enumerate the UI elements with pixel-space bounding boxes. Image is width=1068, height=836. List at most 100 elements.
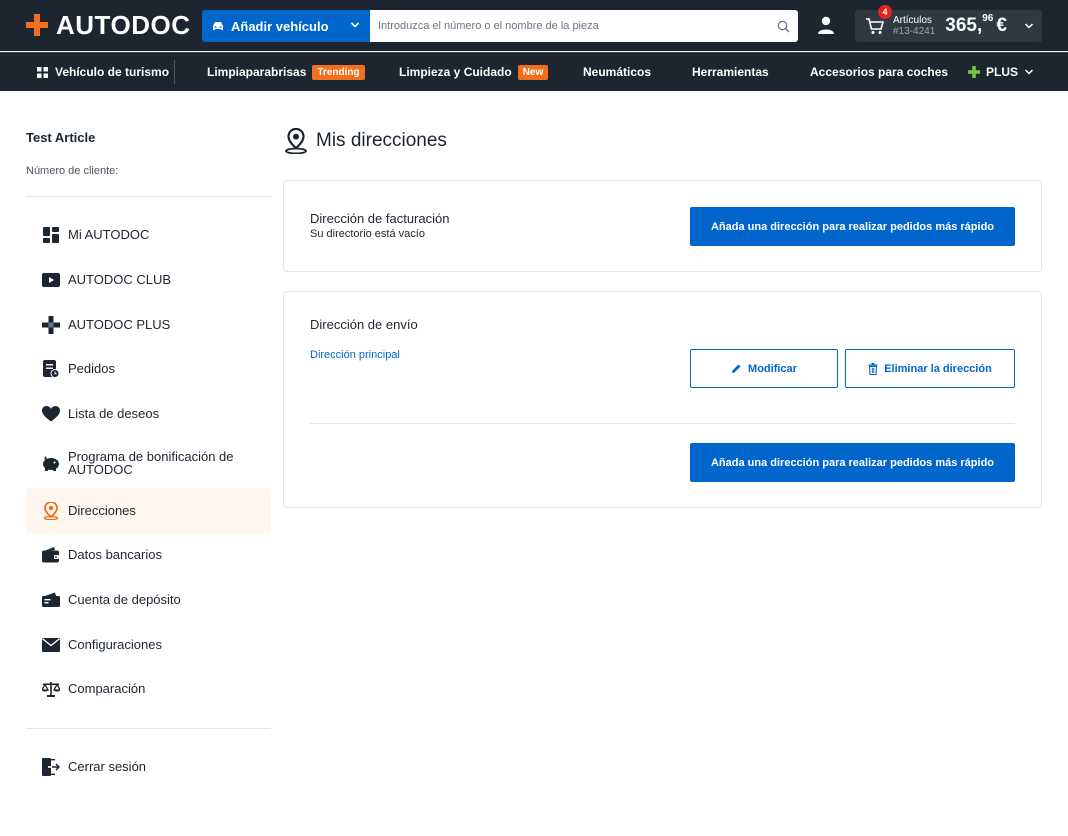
cart-total-cents: 96 [982,13,994,24]
billing-address-title: Dirección de facturación [310,211,450,226]
deposit-icon [42,591,60,609]
plus-icon [968,66,980,78]
sidebar-divider [26,196,271,197]
user-icon[interactable] [816,15,836,35]
sidebar-item-label: Comparación [68,681,146,696]
search-icon[interactable] [777,20,790,33]
sidebar-item-pedidos[interactable]: Pedidos [26,346,271,391]
delete-address-button[interactable]: Eliminar la dirección [845,349,1015,388]
sidebar-item-deposit-account[interactable]: Cuenta de depósito [26,577,271,622]
location-pin-icon [42,501,60,520]
sidebar-item-comparison[interactable]: Comparación [26,666,271,711]
nav-item-tyres[interactable]: Neumáticos [583,53,651,91]
primary-address-link[interactable]: Dirección principal [310,349,400,361]
plus-icon [42,315,60,334]
nav-item-plus[interactable]: PLUS [968,53,1034,91]
sidebar-item-bank-data[interactable]: Datos bancarios [26,532,271,577]
top-header: AUTODOC Añadir vehículo 4 Artículos #13-… [0,0,1068,51]
sidebar-item-label: Lista de deseos [68,406,160,421]
sidebar-item-label: Pedidos [68,361,115,376]
nav-item-label: Vehículo de turismo [55,65,170,79]
sidebar-item-label: Configuraciones [68,637,162,652]
trash-icon [868,362,878,375]
sidebar-item-autodoc-club[interactable]: AUTODOC CLUB [26,257,271,302]
logout-button[interactable]: Cerrar sesión [26,744,271,789]
sidebar-item-label: AUTODOC PLUS [68,317,171,332]
sidebar-item-mi-autodoc[interactable]: Mi AUTODOC [26,212,271,257]
cart-icon [865,17,885,35]
page-title: Mis direcciones [284,128,447,154]
add-shipping-address-button[interactable]: Añada una dirección para realizar pedido… [690,443,1015,482]
nav-item-wipers[interactable]: Limpiaparabrisas Trending [207,53,365,91]
user-name: Test Article [26,130,96,145]
play-icon [42,271,60,289]
nav-item-label: Limpieza y Cuidado [399,65,512,79]
dashboard-icon [42,226,60,244]
cart-currency: € [996,15,1007,36]
nav-item-tools[interactable]: Herramientas [692,53,769,91]
sidebar-item-autodoc-plus[interactable]: AUTODOC PLUS [26,302,271,347]
edit-address-button[interactable]: Modificar [690,349,838,388]
scales-icon [42,680,60,698]
piggy-bank-icon [42,454,60,472]
nav-item-accessories[interactable]: Accesorios para coches [810,53,948,91]
pencil-icon [731,363,742,374]
nav-item-cleaning[interactable]: Limpieza y Cuidado New [399,53,549,91]
search-input[interactable] [378,20,777,32]
cart-button[interactable]: 4 Artículos #13-4241 365, 96 € [855,5,1042,42]
chevron-down-icon [1024,23,1034,29]
cart-label: Artículos [893,15,932,26]
nav-divider [174,60,175,84]
delete-address-label: Eliminar la dirección [884,362,992,375]
nav-item-label: Limpiaparabrisas [207,65,307,79]
billing-address-card: Dirección de facturación Su directorio e… [283,180,1042,272]
add-vehicle-label: Añadir vehículo [231,18,329,34]
sidebar-item-label: AUTODOC CLUB [68,272,172,287]
sidebar-item-wishlist[interactable]: Lista de deseos [26,391,271,436]
sidebar-item-settings[interactable]: Configuraciones [26,622,271,667]
sidebar-item-label: Mi AUTODOC [68,227,150,242]
new-badge: New [517,64,549,80]
trending-badge: Trending [312,64,365,80]
page-title-text: Mis direcciones [316,130,447,151]
cart-count-badge: 4 [878,5,892,19]
sidebar-item-bonus-program[interactable]: Programa de bonificación de AUTODOC [26,440,271,485]
add-billing-address-button[interactable]: Añada una dirección para realizar pedido… [690,207,1015,246]
cart-total: 365, 96 € [945,13,1007,37]
grid-icon [37,66,48,78]
category-navbar: Vehículo de turismo Limpiaparabrisas Tre… [0,52,1068,91]
client-number-label: Número de cliente: [26,165,119,177]
nav-item-label: Accesorios para coches [810,65,949,79]
sidebar-item-label: Programa de bonificación de AUTODOC [68,448,234,477]
edit-address-label: Modificar [748,362,797,375]
nav-item-vehicle[interactable]: Vehículo de turismo [37,53,169,91]
nav-item-label: Herramientas [692,65,769,79]
sidebar-divider [26,728,271,729]
car-icon [213,22,223,30]
cart-code: #13-4241 [893,26,936,37]
nav-item-label: PLUS [986,65,1019,79]
logo-plus-icon [26,14,48,36]
logout-label: Cerrar sesión [68,759,147,774]
cart-total-main: 365, [945,15,983,36]
autodoc-logo[interactable]: AUTODOC [26,10,190,40]
envelope-icon [42,636,60,654]
sidebar-item-label: Cuenta de depósito [68,592,181,607]
shipping-address-card: Dirección de envío Dirección principal M… [283,291,1042,508]
add-vehicle-button[interactable]: Añadir vehículo [202,10,370,42]
sidebar-item-label: Datos bancarios [68,547,162,562]
chevron-down-icon [350,22,360,28]
orders-icon [42,359,60,378]
location-pin-icon [285,128,307,154]
heart-icon [42,405,60,423]
nav-item-label: Neumáticos [583,65,652,79]
chevron-down-icon [1024,69,1034,75]
search-bar [370,10,798,42]
wallet-icon [42,546,60,564]
billing-address-empty-text: Su directorio está vacío [310,228,425,240]
sidebar-item-direcciones[interactable]: Direcciones [26,488,271,533]
logo-text: AUTODOC [56,9,191,40]
shipping-address-title: Dirección de envío [310,317,418,332]
card-divider [310,423,1015,424]
logout-icon [42,757,60,776]
